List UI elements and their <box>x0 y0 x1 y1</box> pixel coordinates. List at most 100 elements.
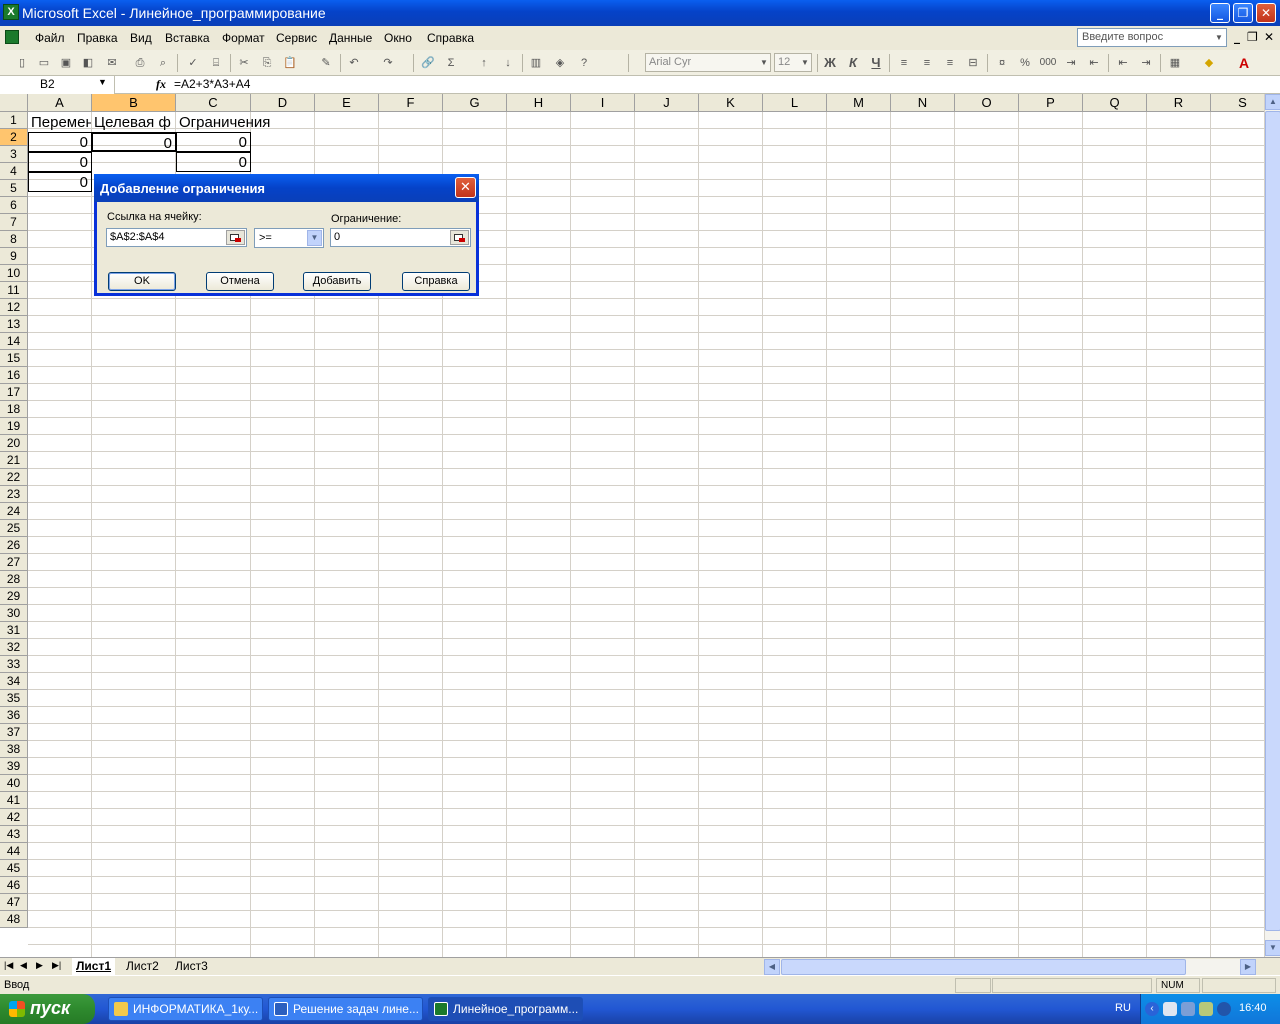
row-header-44[interactable]: 44 <box>0 843 28 860</box>
column-header-c[interactable]: C <box>176 94 251 112</box>
row-header-28[interactable]: 28 <box>0 571 28 588</box>
row-header-26[interactable]: 26 <box>0 537 28 554</box>
row-header-22[interactable]: 22 <box>0 469 28 486</box>
start-button[interactable]: пуск <box>0 994 95 1024</box>
column-header-i[interactable]: I <box>571 94 635 112</box>
menu-data[interactable]: Данные <box>329 31 372 45</box>
horizontal-scroll-thumb[interactable] <box>781 959 1186 975</box>
column-header-p[interactable]: P <box>1019 94 1083 112</box>
tab-sheet1[interactable]: Лист1 <box>72 958 116 975</box>
column-header-j[interactable]: J <box>635 94 699 112</box>
row-header-12[interactable]: 12 <box>0 299 28 316</box>
scroll-right-arrow-icon[interactable]: ▶ <box>1240 959 1256 975</box>
column-header-q[interactable]: Q <box>1083 94 1147 112</box>
redo-icon[interactable]: ↷ <box>380 55 396 71</box>
row-header-29[interactable]: 29 <box>0 588 28 605</box>
menu-insert[interactable]: Вставка <box>165 31 210 45</box>
operator-select[interactable]: >= ▼ <box>254 228 324 248</box>
document-icon[interactable] <box>5 30 19 44</box>
constraint-input[interactable]: 0 <box>330 228 471 247</box>
row-header-19[interactable]: 19 <box>0 418 28 435</box>
increase-decimal-icon[interactable]: ⇥ <box>1063 55 1079 71</box>
cell-a3[interactable]: 0 <box>28 152 92 172</box>
row-header-23[interactable]: 23 <box>0 486 28 503</box>
insert-function-button[interactable]: fx <box>156 77 166 92</box>
last-sheet-icon[interactable]: ▶| <box>52 960 61 971</box>
add-button[interactable]: Добавить <box>303 272 371 291</box>
row-header-36[interactable]: 36 <box>0 707 28 724</box>
row-header-7[interactable]: 7 <box>0 214 28 231</box>
row-header-15[interactable]: 15 <box>0 350 28 367</box>
network-icon[interactable] <box>1181 1002 1195 1016</box>
column-header-a[interactable]: A <box>28 94 92 112</box>
print-preview-icon[interactable]: ⌕ <box>155 55 171 71</box>
help-search-input[interactable]: Введите вопрос ▼ <box>1077 28 1227 47</box>
chevron-down-icon[interactable]: ▼ <box>799 54 811 71</box>
print-icon[interactable]: ⎙ <box>132 55 148 71</box>
tray-expand-icon[interactable]: ‹ <box>1145 1002 1159 1016</box>
thousands-button[interactable]: 000 <box>1038 55 1058 71</box>
row-header-25[interactable]: 25 <box>0 520 28 537</box>
doc-close-button[interactable]: ✕ <box>1264 30 1274 44</box>
row-header-17[interactable]: 17 <box>0 384 28 401</box>
row-header-48[interactable]: 48 <box>0 911 28 928</box>
chevron-down-icon[interactable]: ▼ <box>98 77 107 87</box>
network-icon[interactable] <box>1163 1002 1177 1016</box>
row-header-10[interactable]: 10 <box>0 265 28 282</box>
first-sheet-icon[interactable]: |◀ <box>4 960 13 971</box>
security-icon[interactable] <box>1217 1002 1231 1016</box>
row-header-39[interactable]: 39 <box>0 758 28 775</box>
spelling-icon[interactable]: ✓ <box>185 55 201 71</box>
borders-icon[interactable]: ▦ <box>1167 55 1183 71</box>
row-header-30[interactable]: 30 <box>0 605 28 622</box>
excel-app-icon[interactable]: X <box>3 4 19 20</box>
cell-b1[interactable]: Целевая ф <box>94 113 176 133</box>
email-icon[interactable]: ✉ <box>104 55 120 71</box>
row-header-35[interactable]: 35 <box>0 690 28 707</box>
help-button[interactable]: Справка <box>402 272 470 291</box>
chevron-down-icon[interactable]: ▼ <box>307 230 322 246</box>
doc-minimize-button[interactable]: _ <box>1234 30 1240 44</box>
tab-sheet2[interactable]: Лист2 <box>122 958 163 975</box>
row-header-32[interactable]: 32 <box>0 639 28 656</box>
collapse-dialog-icon[interactable] <box>226 230 245 245</box>
percent-button[interactable]: % <box>1017 55 1033 71</box>
align-right-icon[interactable]: ≡ <box>942 55 958 71</box>
vertical-scrollbar[interactable]: ▲ ▼ <box>1264 94 1280 957</box>
row-header-16[interactable]: 16 <box>0 367 28 384</box>
taskbar-item-folder[interactable]: ИНФОРМАТИКА_1ку... <box>108 997 263 1021</box>
font-name-select[interactable]: Arial Cyr ▼ <box>645 53 771 72</box>
row-header-13[interactable]: 13 <box>0 316 28 333</box>
fill-color-icon[interactable]: ◆ <box>1201 55 1217 71</box>
merge-center-icon[interactable]: ⊟ <box>965 55 981 71</box>
row-header-4[interactable]: 4 <box>0 163 28 180</box>
chevron-down-icon[interactable]: ▼ <box>1213 30 1225 45</box>
row-header-27[interactable]: 27 <box>0 554 28 571</box>
underline-button[interactable]: Ч <box>868 55 884 71</box>
cell-a4[interactable]: 0 <box>28 172 92 192</box>
paste-icon[interactable]: 📋 <box>282 55 298 71</box>
row-header-11[interactable]: 11 <box>0 282 28 299</box>
doc-restore-button[interactable]: ❐ <box>1247 30 1258 44</box>
horizontal-scrollbar[interactable]: ◀ ▶ <box>764 959 1256 975</box>
row-header-47[interactable]: 47 <box>0 894 28 911</box>
column-header-n[interactable]: N <box>891 94 955 112</box>
menu-file[interactable]: Файл <box>35 31 65 45</box>
menu-edit[interactable]: Правка <box>77 31 118 45</box>
currency-icon[interactable]: ¤ <box>994 55 1010 71</box>
column-header-s[interactable]: S <box>1211 94 1264 112</box>
row-header-3[interactable]: 3 <box>0 146 28 163</box>
row-header-21[interactable]: 21 <box>0 452 28 469</box>
menu-tools[interactable]: Сервис <box>276 31 317 45</box>
chevron-down-icon[interactable]: ▼ <box>758 54 770 71</box>
scroll-down-arrow-icon[interactable]: ▼ <box>1265 940 1280 956</box>
row-header-42[interactable]: 42 <box>0 809 28 826</box>
formula-input[interactable]: =A2+3*A3+A4 <box>174 77 250 91</box>
align-left-icon[interactable]: ≡ <box>896 55 912 71</box>
menu-window[interactable]: Окно <box>384 31 412 45</box>
cell-c1[interactable]: Ограничения <box>179 113 299 133</box>
decrease-decimal-icon[interactable]: ⇤ <box>1086 55 1102 71</box>
row-header-46[interactable]: 46 <box>0 877 28 894</box>
row-header-14[interactable]: 14 <box>0 333 28 350</box>
row-header-34[interactable]: 34 <box>0 673 28 690</box>
